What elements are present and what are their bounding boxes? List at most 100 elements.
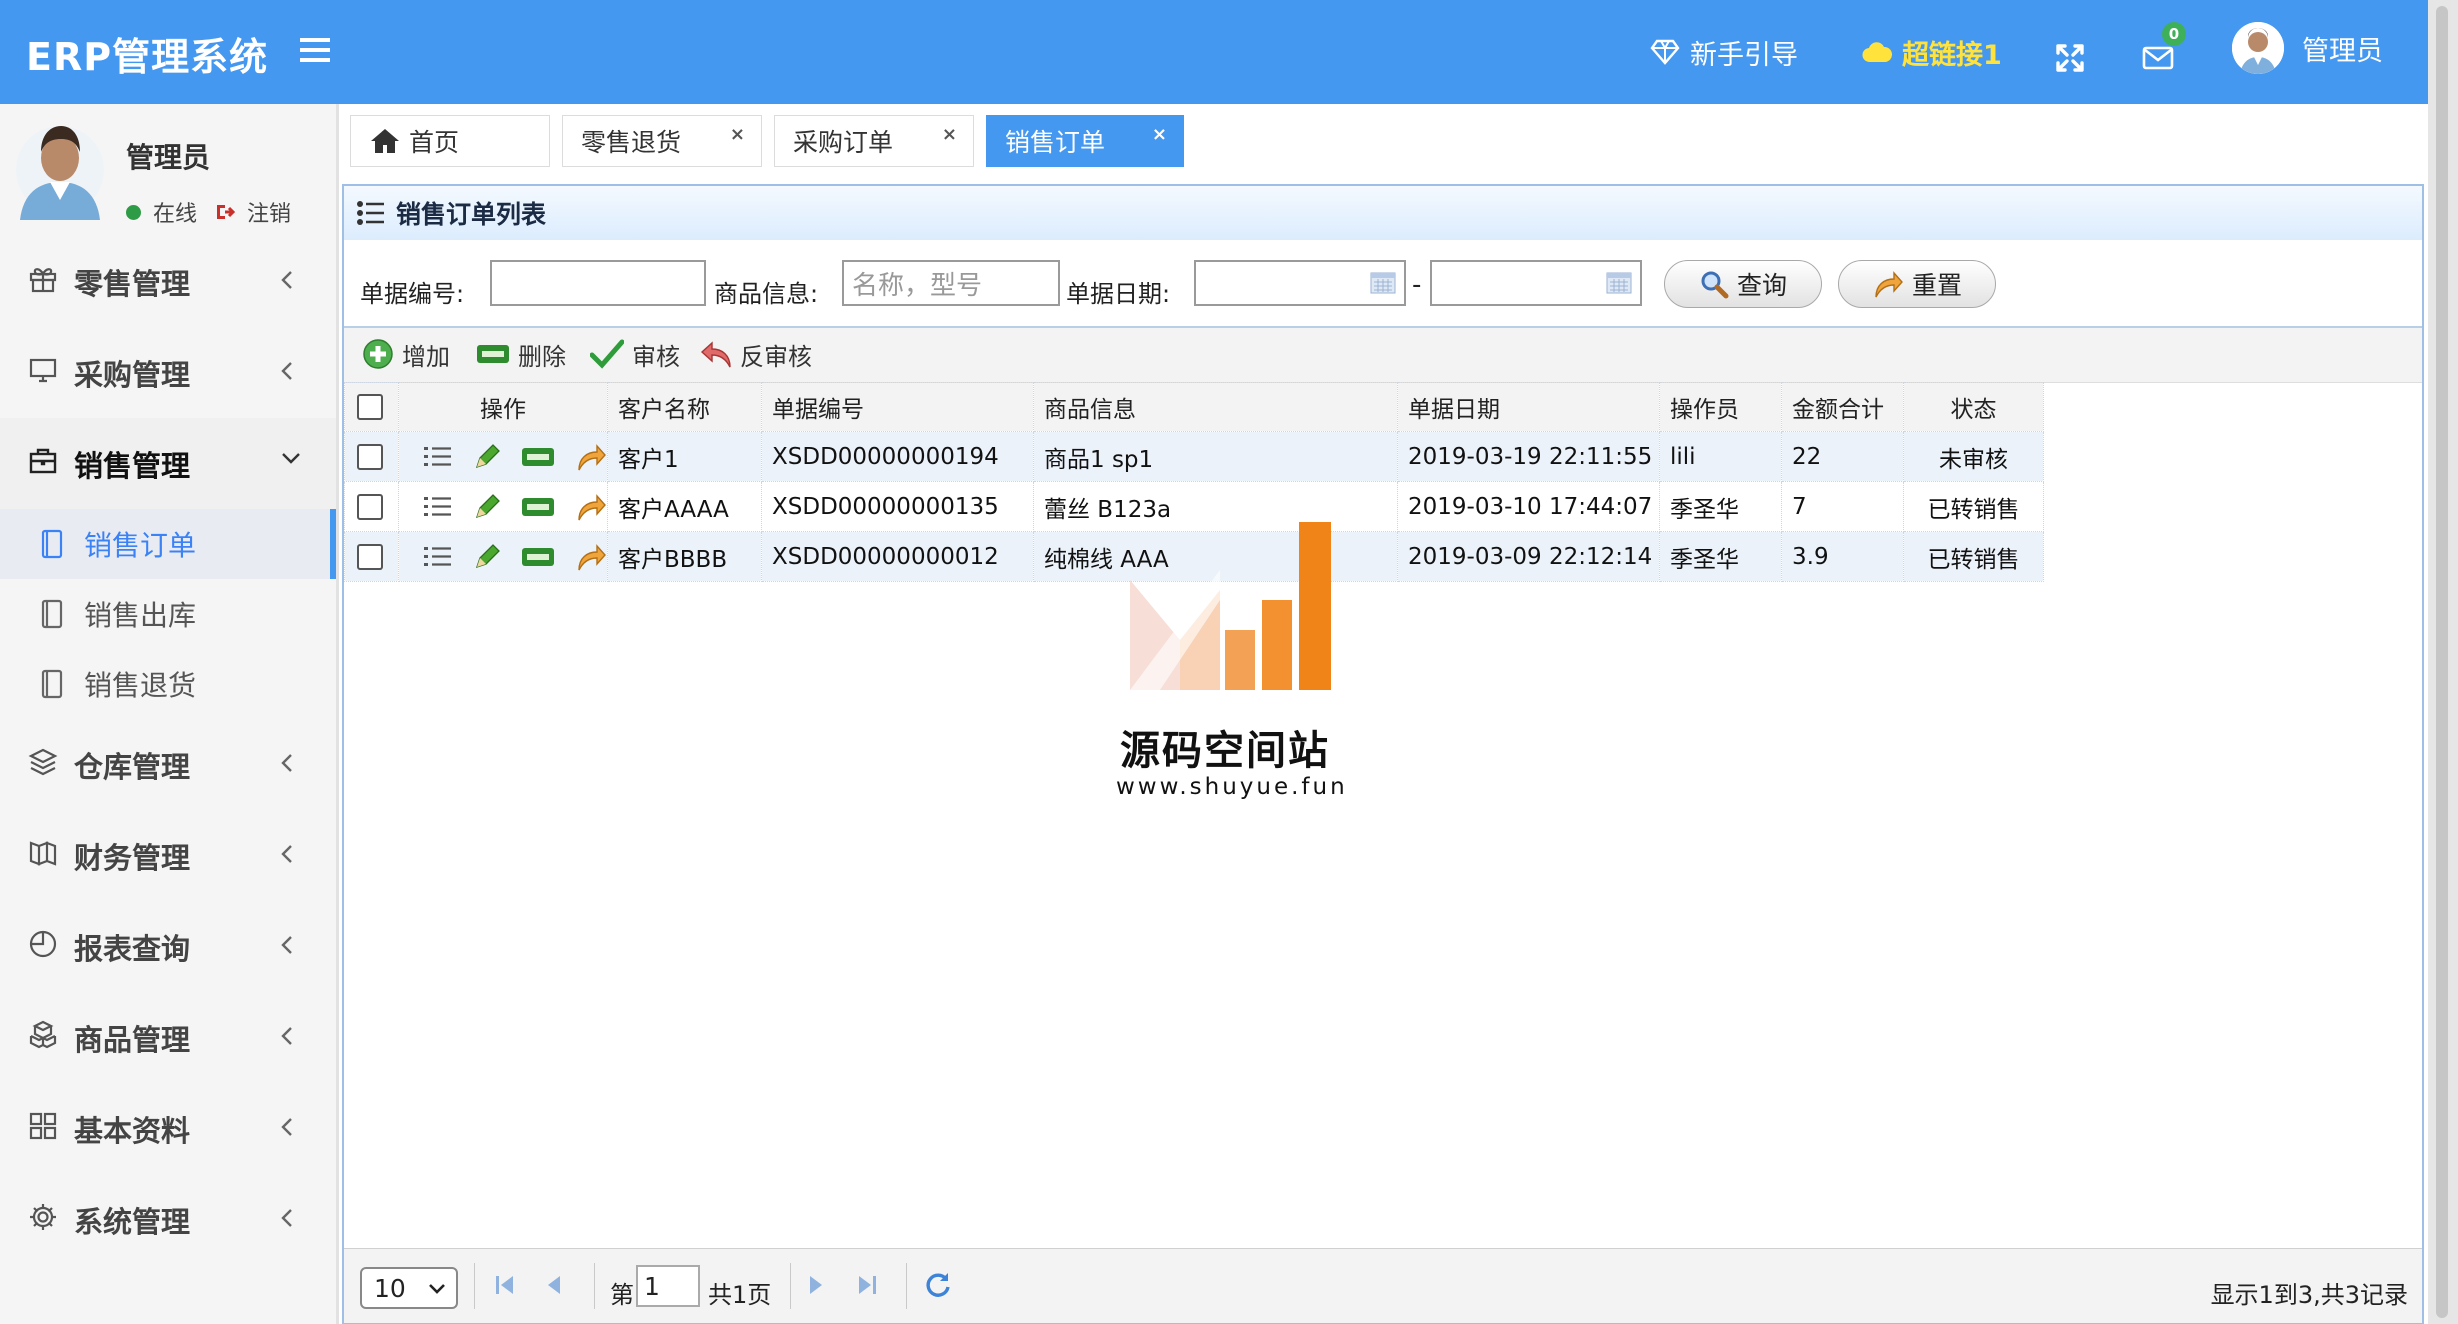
row-actions: [398, 481, 608, 532]
tab-close-icon[interactable]: ×: [1152, 124, 1167, 145]
online-dot-icon: [126, 204, 141, 220]
add-button[interactable]: 增加: [362, 336, 450, 372]
user-panel: 管理员 在线 注销: [14, 120, 334, 230]
tab-home[interactable]: 首页: [350, 115, 550, 167]
next-page-icon[interactable]: [806, 1273, 826, 1297]
sidebar-item-label: 基本资料: [74, 1113, 191, 1148]
forward-icon[interactable]: [575, 492, 607, 522]
col-header[interactable]: 商品信息: [1033, 382, 1398, 432]
page-size-select[interactable]: 10: [360, 1267, 458, 1309]
top-header: ERP管理系统 新手引导 超链接1 0 管理员: [0, 0, 2428, 104]
tab-sales-order[interactable]: 销售订单 ×: [986, 115, 1184, 167]
row-checkbox[interactable]: [357, 443, 383, 470]
unaudit-button[interactable]: 反审核: [700, 336, 812, 372]
cell-customer: 客户AAAA: [607, 481, 762, 532]
cell-doc-no: XSDD00000000135: [761, 481, 1034, 532]
sidebar-subitem-sales-return[interactable]: 销售退货: [0, 649, 336, 719]
gift-icon: [28, 264, 58, 294]
logout-icon: [217, 205, 236, 219]
chevron-left-icon: [280, 752, 294, 774]
sidebar-item-system[interactable]: 系统管理: [0, 1174, 336, 1265]
sidebar-item-sales[interactable]: 销售管理: [0, 418, 336, 509]
col-header[interactable]: 状态: [1903, 382, 2044, 432]
cell-doc-no: XSDD00000000194: [761, 431, 1034, 482]
calendar-icon[interactable]: [1370, 271, 1396, 295]
unaudit-label: 反审核: [740, 342, 812, 371]
mail-count-badge: 0: [2162, 22, 2186, 46]
detail-list-icon[interactable]: [423, 494, 453, 520]
refresh-icon[interactable]: [924, 1271, 952, 1299]
sidebar-item-label: 采购管理: [74, 357, 191, 392]
doc-no-input[interactable]: [490, 260, 706, 306]
hyperlink-1[interactable]: 超链接1: [1862, 30, 2002, 74]
delete-row-icon[interactable]: [521, 496, 555, 518]
delete-row-icon[interactable]: [521, 446, 555, 468]
scrollbar[interactable]: [2436, 6, 2448, 1318]
edit-pencil-icon[interactable]: [473, 543, 501, 571]
pager-separator: [906, 1263, 907, 1309]
last-page-icon[interactable]: [856, 1273, 878, 1297]
date-to-input[interactable]: [1430, 260, 1642, 306]
product-input[interactable]: 名称，型号: [842, 260, 1060, 306]
document-icon: [40, 669, 64, 699]
tab-retail-return[interactable]: 零售退货 ×: [562, 115, 762, 167]
sidebar-subitem-label: 销售出库: [84, 599, 197, 632]
col-header[interactable]: 操作员: [1659, 382, 1782, 432]
col-header[interactable]: 单据编号: [761, 382, 1034, 432]
sidebar-item-purchase[interactable]: 采购管理: [0, 327, 336, 418]
col-header[interactable]: 操作: [398, 382, 608, 432]
user-name: 管理员: [126, 141, 211, 174]
cell-date: 2019-03-10 17:44:07: [1397, 481, 1660, 532]
grid-toolbar: 增加 删除 审核 反审核: [344, 328, 2422, 383]
row-checkbox[interactable]: [357, 543, 383, 570]
sidebar-subitem-sales-order[interactable]: 销售订单: [0, 509, 336, 579]
prev-page-icon[interactable]: [544, 1273, 564, 1297]
query-button[interactable]: 查询: [1664, 260, 1822, 308]
date-separator: -: [1412, 270, 1422, 300]
cloud-icon: [1862, 41, 1902, 63]
sidebar-item-retail[interactable]: 零售管理: [0, 236, 336, 327]
sidebar-subitem-sales-outbound[interactable]: 销售出库: [0, 579, 336, 649]
tab-purchase-order[interactable]: 采购订单 ×: [774, 115, 974, 167]
fullscreen-icon[interactable]: [2055, 36, 2095, 80]
col-header[interactable]: 金额合计: [1781, 382, 1904, 432]
sidebar-item-warehouse[interactable]: 仓库管理: [0, 719, 336, 810]
tab-close-icon[interactable]: ×: [942, 124, 957, 145]
chevron-left-icon: [280, 1207, 294, 1229]
forward-icon[interactable]: [575, 542, 607, 572]
table-row[interactable]: 客户1 XSDD00000000194 商品1 sp1 2019-03-19 2…: [344, 431, 2044, 482]
menu-toggle-icon[interactable]: [300, 36, 332, 64]
cell-status: 未审核: [1903, 431, 2044, 482]
forward-icon[interactable]: [575, 442, 607, 472]
cell-doc-no: XSDD00000000012: [761, 531, 1034, 582]
first-page-icon[interactable]: [494, 1273, 516, 1297]
watermark-title: 源码空间站: [1120, 728, 1330, 774]
diamond-icon: [1650, 39, 1690, 65]
tab-close-icon[interactable]: ×: [730, 124, 745, 145]
reset-button[interactable]: 重置: [1838, 260, 1996, 308]
col-header[interactable]: 单据日期: [1397, 382, 1660, 432]
page-number-input[interactable]: 1: [636, 1265, 700, 1307]
sidebar-item-basic-data[interactable]: 基本资料: [0, 1083, 336, 1174]
sidebar-item-products[interactable]: 商品管理: [0, 992, 336, 1083]
sidebar-item-label: 系统管理: [74, 1204, 191, 1239]
detail-list-icon[interactable]: [423, 444, 453, 470]
guide-link[interactable]: 新手引导: [1650, 30, 1798, 74]
edit-pencil-icon[interactable]: [473, 493, 501, 521]
calendar-icon[interactable]: [1606, 271, 1632, 295]
row-checkbox[interactable]: [357, 493, 383, 520]
date-from-input[interactable]: [1194, 260, 1406, 306]
cell-date: 2019-03-19 22:11:55: [1397, 431, 1660, 482]
logout-link[interactable]: 注销: [215, 196, 291, 228]
edit-pencil-icon[interactable]: [473, 443, 501, 471]
delete-row-icon[interactable]: [521, 546, 555, 568]
detail-list-icon[interactable]: [423, 544, 453, 570]
select-all-checkbox[interactable]: [357, 394, 383, 420]
sidebar-item-finance[interactable]: 财务管理: [0, 810, 336, 901]
user-menu[interactable]: 管理员: [2232, 22, 2383, 74]
delete-button[interactable]: 删除: [476, 336, 566, 372]
sidebar-item-reports[interactable]: 报表查询: [0, 901, 336, 992]
audit-button[interactable]: 审核: [590, 336, 680, 372]
col-header[interactable]: 客户名称: [607, 382, 762, 432]
panel-title: 销售订单列表: [396, 200, 547, 229]
